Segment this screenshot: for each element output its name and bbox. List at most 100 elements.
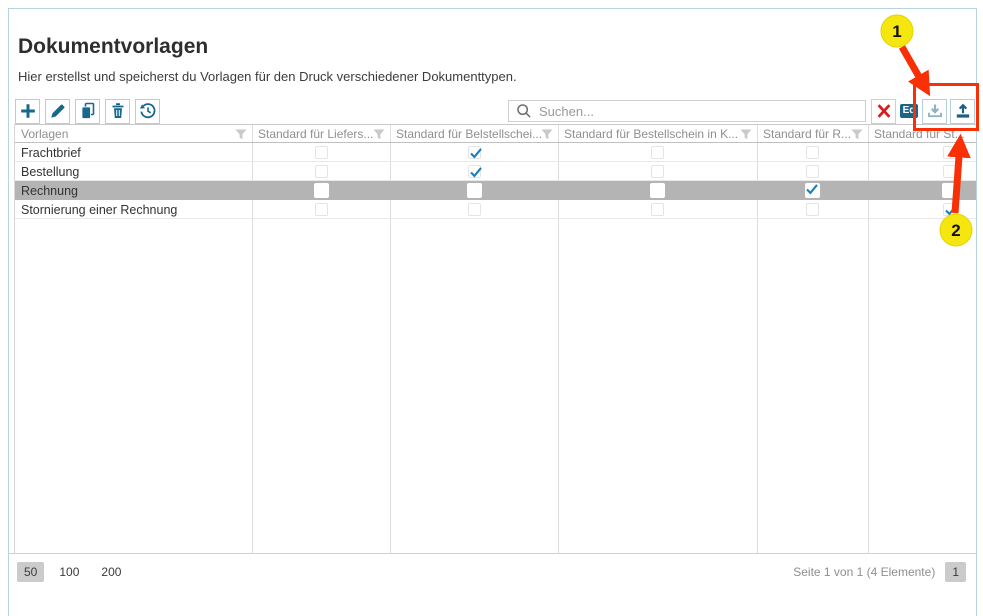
checkbox-unchecked <box>315 203 328 216</box>
checkbox-unchecked <box>806 146 819 159</box>
standard-check-cell[interactable] <box>252 200 390 219</box>
checkbox-unchecked <box>651 146 664 159</box>
current-page-button[interactable]: 1 <box>945 562 966 582</box>
column-header[interactable]: Standard für Belstellschei... <box>390 125 558 143</box>
checkmark-icon <box>469 165 483 179</box>
upload-icon <box>953 101 973 121</box>
standard-check-cell[interactable] <box>390 162 558 181</box>
download-button[interactable] <box>922 99 947 124</box>
template-name-cell: Stornierung einer Rechnung <box>15 200 252 219</box>
history-button[interactable] <box>135 99 160 124</box>
template-name-cell: Frachtbrief <box>15 143 252 162</box>
dokumentvorlagen-panel: Dokumentvorlagen Hier erstellst und spei… <box>8 8 977 616</box>
copy-icon <box>78 101 98 121</box>
filter-editor-button[interactable]: Eq <box>899 100 919 122</box>
column-header-label: Standard für Belstellschei... <box>396 127 542 141</box>
column-header[interactable]: Standard für Bestellschein in K... <box>558 125 757 143</box>
templates-table: Vorlagen Standard für Liefers... Standard … <box>14 124 976 553</box>
filter-funnel-icon[interactable] <box>373 129 385 140</box>
standard-check-cell[interactable] <box>868 143 976 162</box>
checkbox-unchecked <box>651 203 664 216</box>
checkbox-unchecked <box>942 183 957 198</box>
standard-check-cell[interactable] <box>390 143 558 162</box>
page-subtitle: Hier erstellst und speicherst du Vorlage… <box>18 69 517 84</box>
checkbox-unchecked <box>650 183 665 198</box>
standard-check-cell[interactable] <box>558 200 757 219</box>
page-info-group: Seite 1 von 1 (4 Elemente) 1 <box>793 562 966 582</box>
filter-funnel-icon[interactable] <box>851 129 863 140</box>
column-header[interactable]: Standard für Liefers... <box>252 125 390 143</box>
checkbox-checked <box>805 183 820 198</box>
checkbox-unchecked <box>467 183 482 198</box>
search-input[interactable] <box>539 104 859 119</box>
column-header[interactable]: Vorlagen <box>15 125 252 143</box>
checkbox-checked <box>468 146 481 159</box>
filter-editor-icon: Eq <box>900 104 919 118</box>
page-size-group: 50 100 200 <box>17 562 128 582</box>
standard-check-cell[interactable] <box>757 162 868 181</box>
table-row[interactable]: Frachtbrief <box>15 143 976 162</box>
table-row[interactable]: Rechnung <box>15 181 976 200</box>
column-header[interactable]: Standard für R... <box>757 125 868 143</box>
column-header-label: Standard für St... <box>874 127 965 141</box>
checkbox-checked <box>943 203 956 216</box>
edit-button[interactable] <box>45 99 70 124</box>
column-header-label: Vorlagen <box>21 127 68 141</box>
checkbox-unchecked <box>314 183 329 198</box>
checkbox-unchecked <box>651 165 664 178</box>
toolbar-left-group <box>15 99 160 124</box>
standard-check-cell[interactable] <box>757 200 868 219</box>
checkmark-icon <box>944 203 958 217</box>
template-name-cell: Bestellung <box>15 162 252 181</box>
standard-check-cell[interactable] <box>757 143 868 162</box>
filter-funnel-icon[interactable] <box>541 129 553 140</box>
standard-check-cell[interactable] <box>390 181 558 200</box>
column-header[interactable]: Standard für St... <box>868 125 976 143</box>
checkmark-icon <box>805 182 819 196</box>
download-icon <box>925 101 945 121</box>
edit-icon <box>48 101 68 121</box>
toolbar: Eq <box>15 98 975 124</box>
search-icon <box>515 102 533 120</box>
checkbox-unchecked <box>468 203 481 216</box>
filter-funnel-icon[interactable] <box>235 129 247 140</box>
standard-check-cell[interactable] <box>558 162 757 181</box>
checkbox-unchecked <box>806 203 819 216</box>
copy-button[interactable] <box>75 99 100 124</box>
standard-check-cell[interactable] <box>868 200 976 219</box>
clear-filter-button[interactable] <box>871 99 896 124</box>
page-title: Dokumentvorlagen <box>18 35 208 59</box>
standard-check-cell[interactable] <box>252 181 390 200</box>
upload-button[interactable] <box>950 99 975 124</box>
standard-check-cell[interactable] <box>757 181 868 200</box>
table-row[interactable]: Bestellung <box>15 162 976 181</box>
column-header-label: Standard für Liefers... <box>258 127 373 141</box>
standard-check-cell[interactable] <box>390 200 558 219</box>
standard-check-cell[interactable] <box>868 162 976 181</box>
filter-funnel-icon[interactable] <box>740 129 752 140</box>
standard-check-cell[interactable] <box>558 181 757 200</box>
search-box <box>508 100 866 122</box>
page-size-button-50[interactable]: 50 <box>17 562 44 582</box>
delete-button[interactable] <box>105 99 130 124</box>
page-size-button-200[interactable]: 200 <box>94 562 128 582</box>
checkbox-checked <box>468 165 481 178</box>
delete-icon <box>108 101 128 121</box>
checkbox-unchecked <box>943 165 956 178</box>
page-info-text: Seite 1 von 1 (4 Elemente) <box>793 565 935 579</box>
pager-bar: 50 100 200 Seite 1 von 1 (4 Elemente) 1 <box>9 553 976 616</box>
standard-check-cell[interactable] <box>252 143 390 162</box>
add-icon <box>18 101 38 121</box>
standard-check-cell[interactable] <box>252 162 390 181</box>
checkmark-icon <box>469 146 483 160</box>
checkbox-unchecked <box>315 165 328 178</box>
add-button[interactable] <box>15 99 40 124</box>
table-row[interactable]: Stornierung einer Rechnung <box>15 200 976 219</box>
clear-filter-icon <box>875 102 893 120</box>
standard-check-cell[interactable] <box>868 181 976 200</box>
checkbox-unchecked <box>806 165 819 178</box>
history-icon <box>138 101 158 121</box>
page-size-button-100[interactable]: 100 <box>52 562 86 582</box>
standard-check-cell[interactable] <box>558 143 757 162</box>
column-header-label: Standard für R... <box>763 127 851 141</box>
